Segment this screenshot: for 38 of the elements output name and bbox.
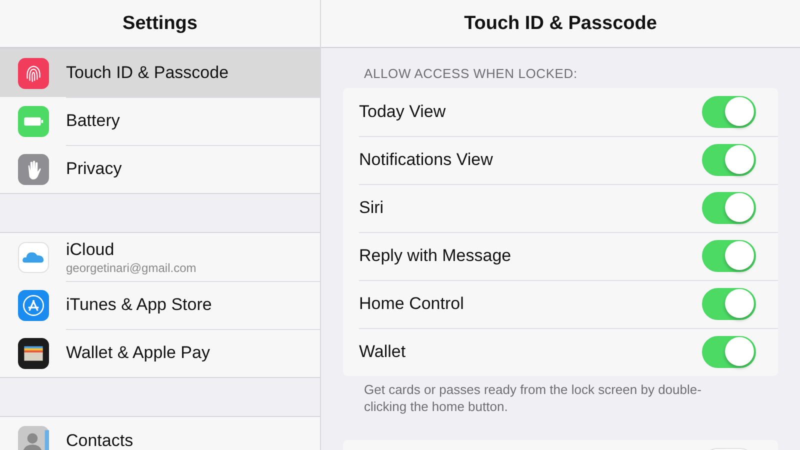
- footer-note: Get cards or passes ready from the lock screen by double-clicking the home button.: [364, 382, 702, 416]
- item-label: Battery: [66, 111, 120, 131]
- sidebar-item[interactable]: Wallet & Apple Pay: [0, 329, 320, 377]
- setting-label: Siri: [359, 198, 384, 218]
- setting-label: Today View: [359, 102, 446, 122]
- item-label: iTunes & App Store: [66, 295, 212, 315]
- toggle-switch[interactable]: [702, 144, 756, 176]
- item-label: Contacts: [66, 431, 134, 450]
- sidebar-item[interactable]: Touch ID & Passcode: [0, 49, 320, 97]
- item-subtitle: georgetinari@gmail.com: [66, 260, 196, 274]
- toggle-switch[interactable]: [702, 288, 756, 320]
- sidebar-item[interactable]: Contacts: [0, 417, 320, 450]
- item-label: Privacy: [66, 159, 122, 179]
- hand-icon: [18, 154, 49, 184]
- fingerprint-icon: [18, 58, 49, 88]
- battery-icon: [18, 106, 49, 136]
- sidebar-title: Settings: [122, 12, 198, 34]
- sidebar-item[interactable]: iCloud georgetinari@gmail.com: [0, 233, 320, 281]
- setting-label: Reply with Message: [359, 246, 512, 266]
- cloud-icon: [18, 242, 49, 272]
- toggle-switch[interactable]: [702, 336, 756, 368]
- setting-label: Notifications View: [359, 150, 493, 170]
- toggle-switch[interactable]: [702, 96, 756, 128]
- item-label: iCloud: [66, 240, 116, 260]
- setting-label: Wallet: [359, 342, 406, 362]
- sidebar-item[interactable]: iTunes & App Store: [0, 281, 320, 329]
- toggle-switch[interactable]: [702, 192, 756, 224]
- detail-title: Touch ID & Passcode: [464, 12, 657, 34]
- app-store-icon: [18, 290, 49, 320]
- toggle-switch[interactable]: [702, 240, 756, 272]
- sidebar-item[interactable]: Privacy: [0, 145, 320, 193]
- wallet-icon: [18, 338, 49, 368]
- section-header: ALLOW ACCESS WHEN LOCKED:: [364, 66, 578, 81]
- sidebar-item[interactable]: Battery: [0, 97, 320, 145]
- contacts-icon: [18, 426, 49, 450]
- item-label: Touch ID & Passcode: [66, 63, 229, 83]
- setting-label: Home Control: [359, 294, 464, 314]
- item-label: Wallet & Apple Pay: [66, 343, 210, 363]
